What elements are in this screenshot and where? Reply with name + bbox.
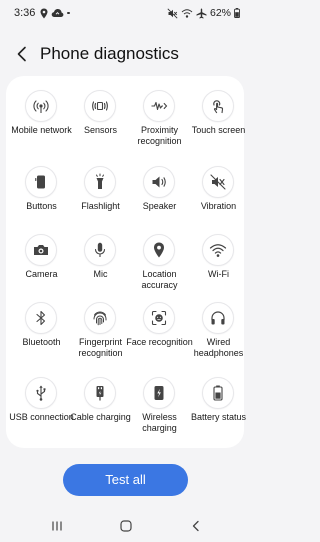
- home-icon: [120, 520, 132, 532]
- touch-screen-icon: [213, 100, 224, 114]
- test-tile-cable-charging[interactable]: Cable charging: [70, 369, 131, 439]
- usb-icon: [36, 385, 46, 401]
- test-all-button[interactable]: Test all: [63, 464, 188, 496]
- test-tile-fingerprint-recognition[interactable]: Fingerprint recognition: [71, 294, 130, 364]
- mobile-network-icon: [33, 100, 49, 113]
- test-tile-usb-connection[interactable]: USB connection: [9, 369, 74, 439]
- test-label: Proximity recognition: [137, 125, 182, 146]
- test-tile-proximity-recognition[interactable]: Proximity recognition: [130, 82, 189, 152]
- test-label: Location accuracy: [141, 269, 178, 290]
- wireless-charging-icon: [154, 386, 164, 400]
- test-tile-wired-headphones[interactable]: Wired headphones: [189, 294, 248, 364]
- test-tile-camera[interactable]: Camera: [12, 226, 71, 296]
- vibration-icon: [210, 174, 226, 190]
- camera-icon: [34, 245, 48, 255]
- mute-icon: [167, 7, 178, 19]
- back-nav-icon: [192, 520, 199, 532]
- mic-icon: [94, 242, 106, 257]
- battery-percentage: 62%: [209, 7, 231, 19]
- headphones-icon: [211, 311, 225, 325]
- location-icon: [154, 242, 164, 258]
- test-label: Wireless charging: [142, 412, 177, 433]
- battery-status-icon: [213, 385, 223, 401]
- test-label: Vibration: [200, 201, 237, 211]
- recent-apps-button[interactable]: [45, 517, 69, 535]
- sensors-icon: [92, 101, 108, 111]
- location-status-icon: [40, 8, 48, 18]
- test-label: Fingerprint recognition: [78, 337, 123, 358]
- status-notification-icons: [40, 7, 70, 19]
- test-tile-bluetooth[interactable]: Bluetooth: [12, 294, 71, 364]
- status-right: 62%: [167, 7, 240, 19]
- test-tile-speaker[interactable]: Speaker: [130, 158, 189, 228]
- home-button[interactable]: [114, 517, 138, 535]
- chevron-left-icon: [17, 46, 26, 62]
- test-tile-wifi[interactable]: Wi-Fi: [189, 226, 248, 296]
- recent-apps-icon: [52, 521, 62, 531]
- airplane-mode-icon: [196, 8, 207, 18]
- status-bar: 3:36 62%: [0, 0, 250, 26]
- test-label: Wired headphones: [193, 337, 244, 358]
- fingerprint-icon: [93, 311, 107, 326]
- test-tile-touch-screen[interactable]: Touch screen: [189, 82, 248, 152]
- test-label: Mobile network: [11, 125, 72, 135]
- proximity-icon: [151, 101, 168, 111]
- navigation-bar: [0, 513, 250, 539]
- test-tile-battery-status[interactable]: Battery status: [189, 369, 248, 439]
- status-time: 3:36: [14, 7, 36, 19]
- test-tile-mobile-network[interactable]: Mobile network: [11, 82, 72, 152]
- test-label: Bluetooth: [22, 337, 61, 347]
- back-button[interactable]: [10, 41, 34, 67]
- test-label: Wi-Fi: [208, 269, 229, 279]
- test-tile-mic[interactable]: Mic: [71, 226, 130, 296]
- face-recognition-icon: [151, 310, 167, 326]
- bluetooth-icon: [36, 310, 46, 326]
- wifi-icon: [209, 244, 227, 257]
- header: Phone diagnostics: [0, 38, 250, 70]
- battery-icon: [234, 8, 240, 18]
- cloud-status-icon: [51, 9, 64, 17]
- test-tile-vibration[interactable]: Vibration: [189, 158, 248, 228]
- test-tile-wireless-charging[interactable]: Wireless charging: [130, 369, 189, 439]
- buttons-icon: [35, 175, 45, 189]
- speaker-icon: [152, 176, 166, 188]
- test-label: Flashlight: [81, 201, 120, 211]
- test-tile-face-recognition[interactable]: Face recognition: [126, 294, 193, 364]
- page-title: Phone diagnostics: [40, 44, 179, 63]
- wifi-calling-icon: [181, 8, 193, 18]
- test-label: Camera: [25, 269, 58, 279]
- test-label: Sensors: [83, 125, 118, 135]
- test-tile-sensors[interactable]: Sensors: [71, 82, 130, 152]
- test-label: Battery status: [190, 412, 247, 422]
- test-tile-buttons[interactable]: Buttons: [12, 158, 71, 228]
- diagnostics-panel: Mobile network Sensors Proximity recogni…: [6, 76, 246, 448]
- test-tile-flashlight[interactable]: Flashlight: [71, 158, 130, 228]
- test-tile-location-accuracy[interactable]: Location accuracy: [130, 226, 189, 296]
- flashlight-icon: [96, 173, 104, 189]
- test-label: Buttons: [26, 201, 57, 211]
- test-label: Cable charging: [70, 412, 131, 422]
- test-label: Mic: [93, 269, 108, 279]
- back-nav-button[interactable]: [184, 517, 208, 535]
- test-label: Speaker: [142, 201, 177, 211]
- more-notifications-dot: [67, 11, 70, 15]
- cable-charging-icon: [96, 386, 104, 401]
- test-label: Touch screen: [191, 125, 246, 135]
- test-label: Face recognition: [126, 337, 193, 347]
- test-label: USB connection: [9, 412, 74, 422]
